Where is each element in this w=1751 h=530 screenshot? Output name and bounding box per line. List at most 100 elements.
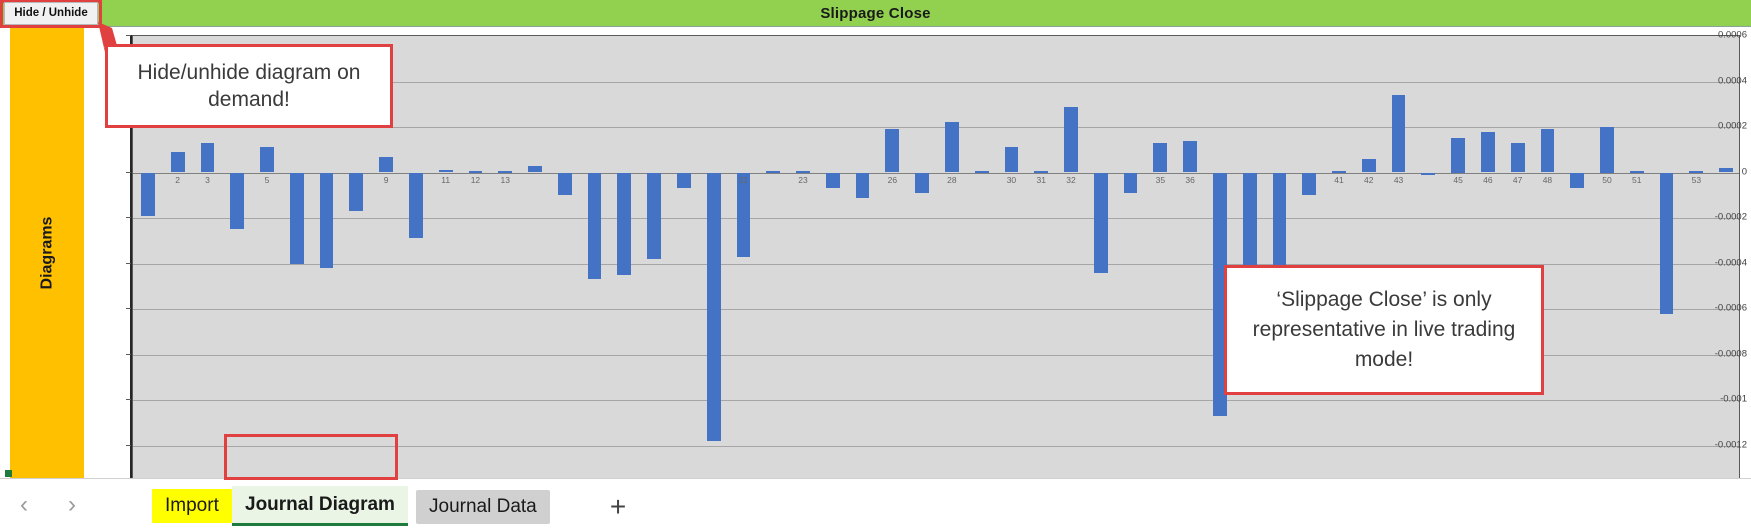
- y-axis-tick-label: 0.0006: [1717, 29, 1747, 41]
- sheet-tab-import[interactable]: Import: [152, 489, 232, 523]
- bar: [945, 122, 959, 173]
- bar: [1451, 138, 1465, 173]
- bar: [409, 172, 423, 239]
- x-axis-tick-label: 35: [1155, 174, 1166, 185]
- bar: [1332, 171, 1346, 174]
- x-axis-tick-label: 41: [1334, 174, 1344, 185]
- bar: [1540, 129, 1555, 173]
- x-axis-tick-label: 46: [1483, 174, 1493, 185]
- bar: [1689, 171, 1704, 174]
- bar: [1600, 127, 1614, 173]
- page-title: Slippage Close: [820, 5, 931, 22]
- bar: [1242, 172, 1257, 266]
- corner-marker: [5, 470, 12, 477]
- x-axis-tick-label: 51: [1632, 174, 1642, 185]
- x-axis-tick-label: 28: [947, 174, 957, 185]
- left-gutter: [0, 28, 10, 478]
- y-axis-tick-mark: [126, 262, 131, 264]
- x-axis-tick-label: 5: [264, 174, 270, 185]
- bar: [1123, 172, 1138, 193]
- x-axis-tick-label: 13: [500, 174, 510, 185]
- callout-slippage-note: ‘Slippage Close’ is only representative …: [1224, 265, 1544, 395]
- x-axis-tick-label: 2: [175, 174, 181, 185]
- bar: [468, 171, 483, 174]
- bar: [1629, 171, 1644, 174]
- bar: [677, 172, 691, 189]
- x-axis-tick-label: 50: [1602, 174, 1612, 185]
- x-axis-tick-label: 26: [887, 174, 898, 185]
- bar: [438, 170, 453, 173]
- bar: [1659, 172, 1674, 314]
- y-axis-tick-mark: [126, 399, 131, 400]
- callout-hide-unhide-text: Hide/unhide diagram on demand!: [137, 61, 361, 111]
- y-axis-tick-mark: [126, 444, 131, 446]
- y-axis-tick-mark: [126, 217, 131, 218]
- bar: [1391, 95, 1406, 173]
- sheet-tab-journal-diagram[interactable]: Journal Diagram: [232, 486, 408, 526]
- bar: [379, 156, 393, 173]
- x-axis-tick-label: 53: [1691, 174, 1702, 185]
- x-axis-tick-label: 42: [1364, 174, 1374, 185]
- y-axis-tick-label: -0.0002: [1714, 211, 1747, 223]
- y-axis-tick-label: 0.0004: [1717, 75, 1747, 86]
- x-axis-tick-label: 23: [798, 174, 808, 185]
- sheet-tab-journal-data[interactable]: Journal Data: [416, 490, 550, 524]
- bar: [1064, 106, 1078, 173]
- bar: [1153, 142, 1168, 173]
- x-axis-tick-label: 32: [1066, 174, 1076, 185]
- sheet-tab-separator: [545, 493, 546, 521]
- bar: [736, 172, 751, 257]
- x-axis-tick-label: 30: [1006, 174, 1017, 185]
- bar: [1034, 171, 1049, 174]
- add-sheet-button[interactable]: +: [600, 489, 636, 525]
- callout-hide-unhide: Hide/unhide diagram on demand!: [105, 44, 393, 128]
- zero-axis-line: [133, 172, 1739, 174]
- bar: [557, 172, 572, 196]
- y-axis-tick-label: -0.0008: [1714, 348, 1747, 359]
- x-axis-tick-label: 47: [1512, 174, 1523, 185]
- bar: [1183, 140, 1197, 173]
- x-axis-tick-label: 12: [470, 174, 481, 185]
- bar: [1510, 142, 1525, 173]
- bar: [825, 172, 840, 189]
- bar: [1093, 172, 1108, 273]
- bar: [349, 172, 364, 212]
- x-axis-tick-label: 31: [1036, 174, 1046, 185]
- x-axis-tick-label: 48: [1542, 174, 1553, 185]
- bar: [230, 172, 245, 230]
- bar: [915, 172, 929, 193]
- bar: [200, 142, 215, 173]
- x-axis-tick-label: 43: [1393, 174, 1404, 185]
- bar: [498, 171, 513, 174]
- bar: [1361, 158, 1376, 173]
- prev-sheet-arrow-icon[interactable]: ‹: [4, 491, 44, 519]
- bar: [1481, 131, 1495, 173]
- bar: [587, 172, 602, 280]
- bar: [141, 172, 155, 216]
- bar: [617, 172, 632, 275]
- y-axis-tick-label: -0.001: [1720, 393, 1747, 405]
- y-axis-tick-label: 0: [1741, 166, 1747, 177]
- bar: [319, 172, 334, 269]
- bar: [289, 172, 304, 264]
- x-axis-tick-label: 3: [205, 174, 210, 185]
- y-axis-tick-label: 0.0002: [1717, 120, 1747, 132]
- x-axis-tick-label: 9: [383, 174, 389, 185]
- bar: [260, 147, 274, 173]
- y-axis-tick-label: -0.0006: [1714, 302, 1747, 314]
- bar: [1570, 172, 1585, 189]
- gridline: [133, 218, 1739, 219]
- excel-journal-diagram-window: Slippage Close Hide / Unhide Diagrams 23…: [0, 0, 1751, 530]
- y-axis-tick-label: -0.0004: [1714, 257, 1747, 268]
- gridline: [133, 445, 1739, 447]
- bar: [766, 171, 781, 174]
- bar: [1421, 172, 1436, 175]
- next-sheet-arrow-icon[interactable]: ›: [52, 491, 92, 519]
- x-axis-tick-label: 36: [1185, 174, 1195, 185]
- x-axis-tick-label: 11: [441, 174, 451, 185]
- x-axis-tick-label: 45: [1453, 174, 1463, 185]
- y-axis-tick-mark: [126, 171, 131, 173]
- bar: [528, 165, 542, 173]
- y-axis-tick-label: -0.0012: [1714, 439, 1747, 450]
- sheet-nav-arrows: ‹ ›: [0, 479, 96, 530]
